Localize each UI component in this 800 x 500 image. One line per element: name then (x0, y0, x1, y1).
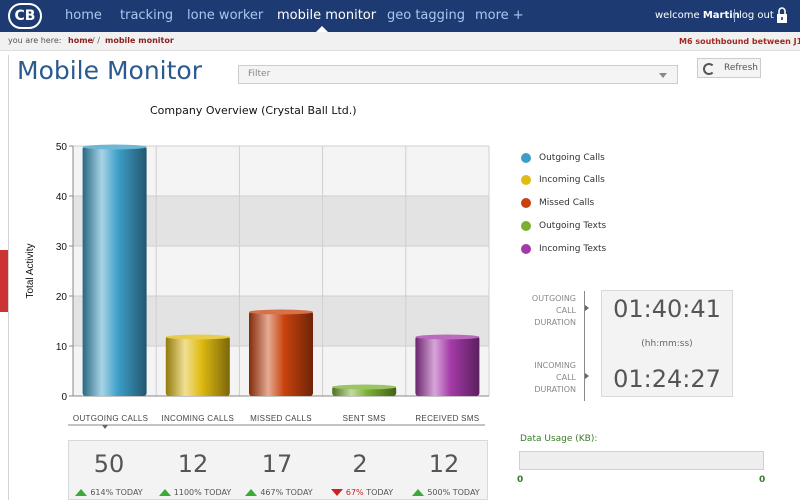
legend-dot-outgoing-texts (521, 221, 531, 231)
bar-top (332, 384, 397, 390)
x-tick-label: RECEIVED SMS (415, 414, 479, 423)
stat-value-sent-sms: 2 (352, 450, 368, 478)
stat-value-received-sms: 12 (428, 450, 460, 478)
stat-change-sent-sms: 67% TODAY (314, 488, 410, 497)
bar (165, 336, 230, 396)
bar-top (249, 309, 313, 315)
stat-change-outgoing-calls: 614% TODAY (61, 488, 157, 497)
legend-label: Outgoing Texts (539, 221, 607, 231)
stat-value-outgoing-calls: 50 (93, 450, 125, 478)
y-tick-label: 0 (61, 392, 67, 403)
x-tick-label: INCOMING CALLS (161, 414, 234, 423)
trend-up-icon (158, 489, 171, 496)
call-duration-panel: 01:40:41 (hh:mm:ss) 01:24:27 (601, 290, 733, 397)
y-tick-label: 20 (56, 292, 68, 303)
stat-change-incoming-calls: 1100% TODAY (147, 488, 243, 497)
legend-dot-outgoing-calls (521, 153, 531, 163)
x-tick-label: SENT SMS (343, 414, 386, 423)
legend-label: Outgoing Calls (539, 153, 605, 163)
trend-up-icon (245, 489, 258, 496)
data-usage-bar (519, 451, 764, 470)
legend-label: Incoming Calls (539, 175, 605, 185)
legend-dot-missed-calls (521, 198, 531, 208)
y-tick-label: 10 (56, 342, 68, 353)
y-axis-label: Total Activity (25, 243, 36, 298)
stat-value-incoming-calls: 12 (177, 450, 209, 478)
legend-dot-incoming-texts (521, 244, 531, 254)
duration-format: (hh:mm:ss) (641, 339, 693, 349)
stat-value-missed-calls: 17 (261, 450, 293, 478)
stat-change-suffix: TODAY (452, 488, 480, 497)
stat-change-received-sms: 500% TODAY (398, 488, 494, 497)
x-tick-label: MISSED CALLS (250, 414, 312, 423)
data-usage-label: Data Usage (KB): (520, 434, 598, 444)
data-usage-max: 0 (759, 475, 766, 485)
activity-bar-chart: 0 10 20 30 40 50 Total Activity OUTGOING CALLS I… (25, 142, 490, 429)
bar-top (82, 144, 147, 150)
legend-dot-incoming-calls (521, 175, 531, 185)
outgoing-duration-value: 01:40:41 (613, 295, 721, 323)
bar-top (415, 334, 480, 340)
incoming-duration-value: 01:24:27 (613, 365, 721, 393)
bar (249, 311, 313, 396)
selected-category-marker (102, 425, 108, 429)
stat-change-suffix: TODAY (366, 488, 394, 497)
legend-label: Incoming Texts (539, 244, 607, 254)
legend-label: Missed Calls (539, 198, 595, 208)
outgoing-duration-label: OUTGOING CALL DURATION (531, 294, 576, 327)
arrow-right-icon (585, 373, 589, 379)
bar-top (165, 334, 230, 340)
stat-change-suffix: TODAY (285, 488, 313, 497)
trend-up-icon (75, 489, 88, 496)
trend-down-icon (330, 489, 343, 496)
stat-change-missed-calls: 467% TODAY (231, 488, 327, 497)
y-tick-label: 50 (56, 142, 68, 153)
data-usage-min: 0 (517, 475, 524, 485)
stat-change-pct: 614% (90, 488, 114, 497)
stat-change-pct: 67% (345, 488, 364, 497)
stat-change-suffix: TODAY (204, 488, 232, 497)
stat-change-pct: 467% (260, 488, 284, 497)
arrow-right-icon (585, 305, 589, 311)
stat-change-pct: 1100% (173, 488, 202, 497)
trend-up-icon (412, 489, 425, 496)
stat-change-pct: 500% (427, 488, 451, 497)
y-tick-label: 40 (56, 192, 68, 203)
y-tick-label: 30 (56, 242, 68, 253)
incoming-duration-label: INCOMING CALL DURATION (534, 361, 576, 394)
bar (415, 336, 480, 396)
bar (82, 146, 147, 396)
x-tick-label: OUTGOING CALLS (73, 414, 148, 423)
stat-change-suffix: TODAY (115, 488, 143, 497)
